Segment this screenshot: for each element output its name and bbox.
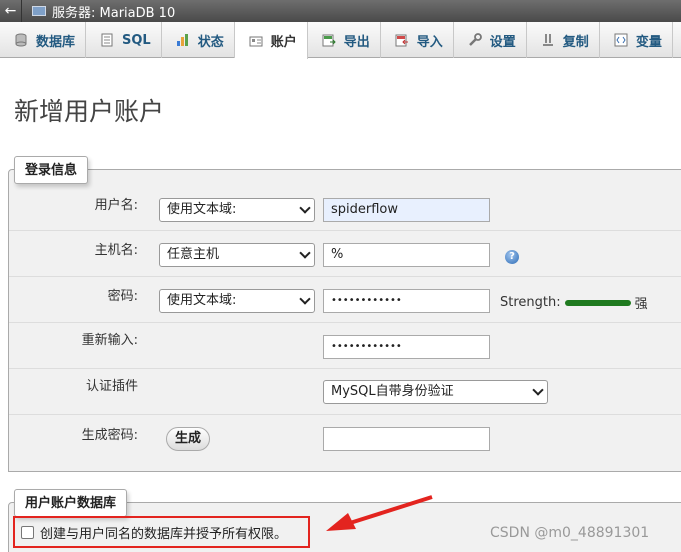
database-icon xyxy=(13,32,29,48)
auth-plugin-label: 认证插件 xyxy=(85,379,138,394)
tab-label: 变量 xyxy=(635,34,662,50)
tab-variables[interactable]: 变量 xyxy=(600,22,673,58)
create-database-option[interactable]: 创建与用户同名的数据库并授予所有权限。 xyxy=(13,516,310,548)
create-database-checkbox[interactable] xyxy=(21,525,34,539)
tab-status[interactable]: 状态 xyxy=(162,22,235,58)
retype-password-input[interactable]: •••••••••••• xyxy=(323,335,490,359)
password-input[interactable]: •••••••••••• xyxy=(323,289,490,313)
retype-row: 重新输入: •••••••••••• xyxy=(9,322,681,368)
tab-settings[interactable]: 设置 xyxy=(454,22,527,58)
main-tab-bar: 数据库 SQL 状态 账户 导出 导入 设置 复制 变量 xyxy=(0,22,681,59)
password-mode-select[interactable]: 使用文本域: xyxy=(159,289,315,313)
back-button[interactable]: ← xyxy=(0,0,22,22)
chevron-down-icon xyxy=(299,202,311,214)
user-database-legend: 用户账户数据库 xyxy=(14,489,128,517)
tab-label: SQL xyxy=(122,32,151,48)
help-icon[interactable]: ? xyxy=(505,250,519,264)
auth-plugin-row: 认证插件 MySQL自带身份验证 xyxy=(9,368,681,414)
export-icon xyxy=(321,32,337,48)
tab-label: 状态 xyxy=(197,34,224,50)
watermark: CSDN @m0_48891301 xyxy=(490,525,650,541)
tab-label: 复制 xyxy=(562,34,589,50)
tab-databases[interactable]: 数据库 xyxy=(0,22,87,58)
select-value: MySQL自带身份验证 xyxy=(331,384,454,399)
strength-value: 强 xyxy=(634,297,648,312)
host-mode-select[interactable]: 任意主机 xyxy=(159,243,315,267)
chevron-down-icon xyxy=(299,293,311,305)
status-icon xyxy=(175,32,191,48)
username-input[interactable]: spiderflow xyxy=(323,198,490,222)
chevron-down-icon xyxy=(299,247,311,259)
generate-password-row: 生成密码: 生成 xyxy=(9,414,681,472)
password-row: 密码: 使用文本域: •••••••••••• Strength: 强 xyxy=(9,276,681,322)
password-label: 密码: xyxy=(107,289,138,304)
page-title: 新增用户账户 xyxy=(14,97,165,126)
sql-icon xyxy=(99,32,115,48)
select-value: 使用文本域: xyxy=(167,202,237,217)
username-mode-select[interactable]: 使用文本域: xyxy=(159,198,315,222)
tab-label: 导入 xyxy=(416,34,443,50)
host-input[interactable]: % xyxy=(323,243,490,267)
tab-label: 账户 xyxy=(270,35,297,50)
password-strength: Strength: 强 xyxy=(500,293,648,312)
tab-label: 导出 xyxy=(343,34,370,50)
create-database-label: 创建与用户同名的数据库并授予所有权限。 xyxy=(40,526,288,542)
generate-button[interactable]: 生成 xyxy=(166,427,211,451)
tab-label: 设置 xyxy=(489,34,516,50)
login-info-fieldset: 登录信息 用户名: 使用文本域: spiderflow 主机名: 任意主机 % … xyxy=(8,156,681,472)
settings-icon xyxy=(467,32,483,48)
variables-icon xyxy=(613,32,629,48)
tab-import[interactable]: 导入 xyxy=(381,22,454,58)
tab-accounts[interactable]: 账户 xyxy=(234,22,308,59)
strength-label: Strength: xyxy=(500,295,561,310)
back-arrow-icon: ← xyxy=(4,3,17,19)
host-label: 主机名: xyxy=(94,243,138,258)
tab-replication[interactable]: 复制 xyxy=(527,22,600,58)
username-row: 用户名: 使用文本域: spiderflow xyxy=(9,184,681,230)
server-label[interactable]: 服务器: MariaDB 10 xyxy=(52,2,175,21)
host-row: 主机名: 任意主机 % ? xyxy=(9,230,681,276)
annotation-arrow-icon xyxy=(326,495,433,531)
retype-label: 重新输入: xyxy=(81,333,138,348)
select-value: 使用文本域: xyxy=(167,293,237,308)
strength-meter xyxy=(564,299,631,306)
replication-icon xyxy=(540,32,556,48)
generate-password-label: 生成密码: xyxy=(81,428,138,443)
auth-plugin-select[interactable]: MySQL自带身份验证 xyxy=(323,380,548,404)
generated-password-input[interactable] xyxy=(323,427,490,451)
select-value: 任意主机 xyxy=(167,247,220,262)
tab-sql[interactable]: SQL xyxy=(86,22,162,58)
server-bar: ← 服务器: MariaDB 10 xyxy=(0,0,681,22)
username-label: 用户名: xyxy=(94,198,138,213)
tab-label: 数据库 xyxy=(36,34,76,50)
chevron-down-icon xyxy=(532,384,544,396)
tab-export[interactable]: 导出 xyxy=(308,22,381,58)
server-icon xyxy=(32,6,46,16)
import-icon xyxy=(394,32,410,48)
login-info-legend: 登录信息 xyxy=(14,156,89,184)
accounts-icon xyxy=(248,33,264,49)
